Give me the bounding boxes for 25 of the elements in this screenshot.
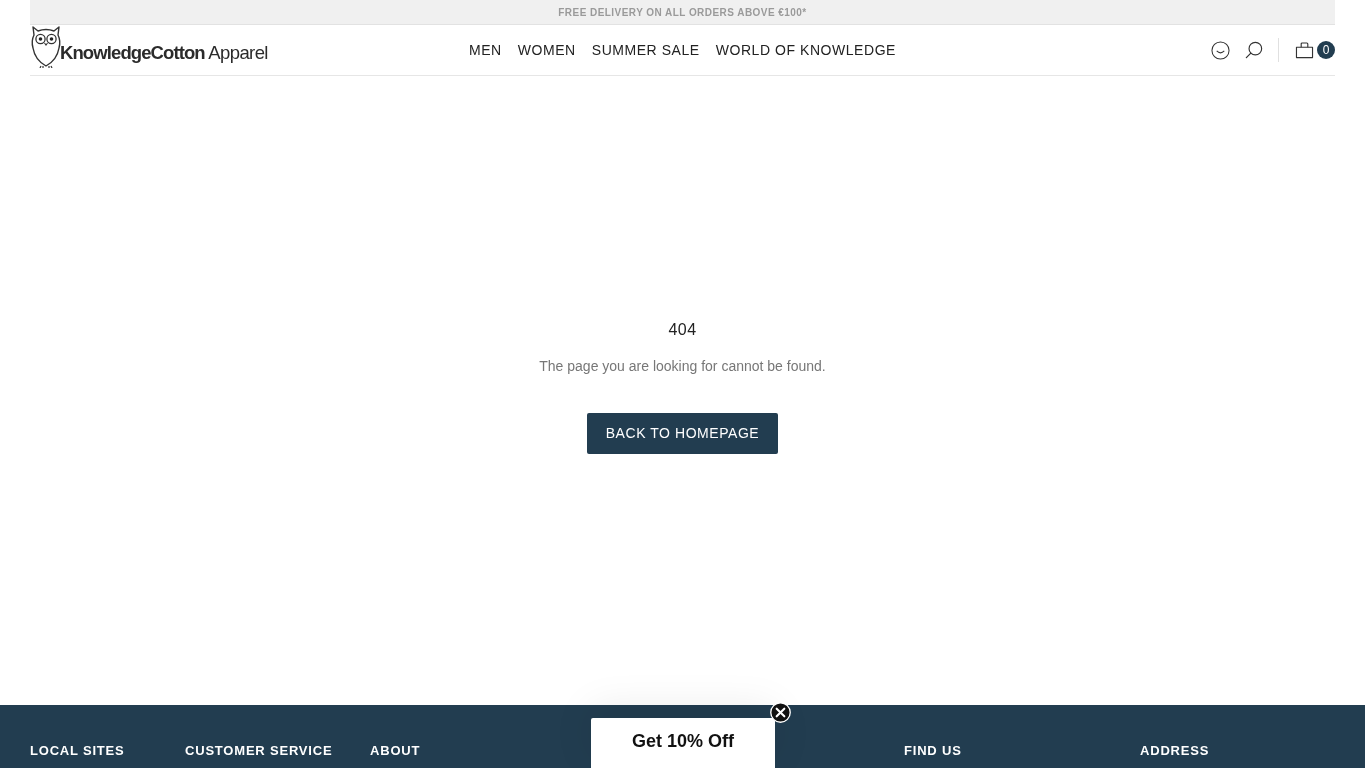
account-button[interactable] [1211,40,1230,60]
discount-popup-tab[interactable]: Get 10% Off [591,718,775,768]
search-icon [1245,41,1263,59]
cart-count-badge: 0 [1317,41,1335,59]
back-to-homepage-button[interactable]: BACK TO HOMEPAGE [586,412,779,454]
owl-icon [30,24,62,68]
close-button[interactable] [770,702,791,723]
nav-link[interactable]: WOMEN [517,42,576,58]
bag-icon [1295,41,1314,59]
footer-heading: CUSTOMER SERVICE [185,743,333,759]
footer-heading: ADDRESS [1140,743,1210,759]
nav-link[interactable]: SUMMER SALE [591,42,700,58]
footer-heading: ABOUT [370,743,421,759]
home-logo-link[interactable]: KnowledgeCotton Apparel [30,24,268,68]
footer-heading: FIND US [904,743,962,759]
nav-link[interactable]: MEN [469,42,502,58]
announcement-text: FREE DELIVERY ON ALL ORDERS ABOVE €100* [558,6,807,18]
smiley-icon [1211,40,1230,60]
cart-button[interactable]: 0 [1295,41,1335,59]
footer-heading: LOCAL SITES [30,743,125,759]
error-message: The page you are looking for cannot be found. [539,356,826,375]
close-icon [770,702,791,723]
search-button[interactable] [1245,41,1263,59]
error-code: 404 [668,319,697,340]
nav-link[interactable]: WORLD OF KNOWLEDGE [715,42,896,58]
